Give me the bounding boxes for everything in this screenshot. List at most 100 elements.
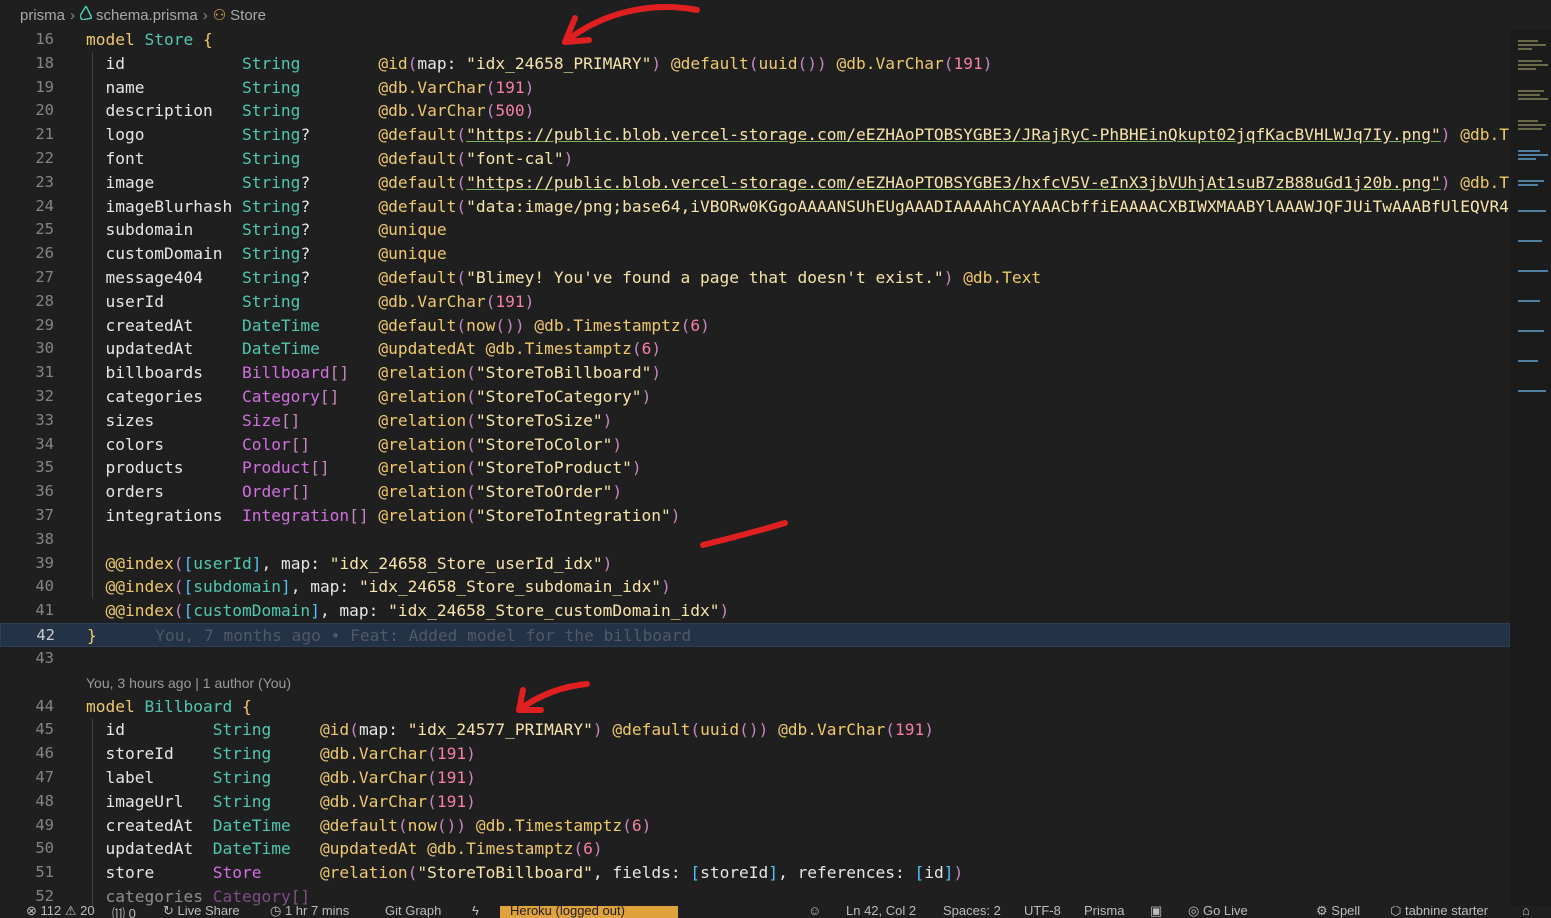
line-code: categories Category[] @relation("StoreTo… xyxy=(105,387,652,406)
field-line[interactable]: 49 createdAt DateTime @default(now()) @d… xyxy=(0,814,1510,838)
model-declaration[interactable]: 16 model Store { xyxy=(0,30,1510,52)
field-line[interactable]: 18 id String @id(map: "idx_24658_PRIMARY… xyxy=(0,52,1510,76)
line-number: 31 xyxy=(35,363,54,382)
encoding-button[interactable]: UTF-8 xyxy=(1024,906,1061,918)
annotation-arrow-icon xyxy=(516,681,590,713)
line-number: 38 xyxy=(35,529,54,548)
line-number: 21 xyxy=(35,125,54,144)
tabnine-button[interactable]: ⬡ tabnine starter xyxy=(1390,906,1488,918)
field-line[interactable]: 26 customDomain String? @unique xyxy=(0,242,1510,266)
field-line[interactable]: 50 updatedAt DateTime @updatedAt @db.Tim… xyxy=(0,837,1510,861)
symbol-class-icon: ⚇ xyxy=(212,7,227,24)
line-code: updatedAt DateTime @updatedAt @db.Timest… xyxy=(105,839,603,859)
line-code: logo String? @default("https://public.bl… xyxy=(105,125,1511,145)
go-live-button[interactable]: ◎ Go Live xyxy=(1188,906,1248,918)
git-graph-button[interactable]: Git Graph xyxy=(385,906,441,918)
cursor-position[interactable]: Ln 42, Col 2 xyxy=(846,906,916,918)
tabnine-label: tabnine starter xyxy=(1404,906,1489,918)
field-line[interactable]: 51 store Store @relation("StoreToBillboa… xyxy=(0,861,1510,885)
line-code: @@index([subdomain], map: "idx_24658_Sto… xyxy=(105,577,671,597)
line-code: categories Category[] xyxy=(105,887,311,906)
field-line[interactable]: 25 subdomain String? @unique xyxy=(0,218,1510,242)
ports-indicator[interactable]: ⑾ 0 xyxy=(112,906,136,918)
line-code: message404 String? @default("Blimey! You… xyxy=(105,268,1042,287)
field-line[interactable]: 32 categories Category[] @relation("Stor… xyxy=(0,385,1510,409)
line-code: integrations Integration[] @relation("St… xyxy=(105,506,681,525)
field-line[interactable]: 48 imageUrl String @db.VarChar(191) xyxy=(0,790,1510,814)
problems-count: 112 xyxy=(40,906,62,918)
field-line[interactable]: 21 logo String? @default("https://public… xyxy=(0,123,1510,147)
line-number: 26 xyxy=(35,244,54,263)
line-number: 25 xyxy=(35,220,54,239)
spell-button[interactable]: ⚙ Spell xyxy=(1316,906,1360,918)
codelens-blame[interactable]: You, 3 hours ago | 1 author (You) xyxy=(86,675,291,691)
field-line[interactable]: 45 id String @id(map: "idx_24577_PRIMARY… xyxy=(0,718,1510,742)
line-number: 29 xyxy=(35,315,54,334)
time-label: 1 hr 7 mins xyxy=(284,906,350,918)
language-mode-button[interactable]: Prisma xyxy=(1084,906,1124,918)
status-bar: ⊗ 112 ⚠ 20 ⑾ 0 ↻ Live Share ◷ 1 hr 7 min… xyxy=(0,906,1551,918)
index-line[interactable]: 40 @@index([subdomain], map: "idx_24658_… xyxy=(0,575,1510,599)
annotation-line-icon xyxy=(700,520,788,548)
line-code: orders Order[] @relation("StoreToOrder") xyxy=(105,482,623,502)
field-line[interactable]: 33 sizes Size[] @relation("StoreToSize") xyxy=(0,409,1510,433)
line-number: 27 xyxy=(35,268,54,286)
line-number: 30 xyxy=(35,339,54,358)
line-number: 46 xyxy=(35,744,54,763)
field-line[interactable]: 35 products Product[] @relation("StoreTo… xyxy=(0,456,1510,480)
line-number: 19 xyxy=(35,77,54,96)
line-code: } You, 7 months ago • Feat: Added model … xyxy=(87,626,692,645)
line-number: 44 xyxy=(35,696,54,715)
field-line[interactable]: 20 description String @db.VarChar(500) xyxy=(0,99,1510,123)
breadcrumb-file[interactable]: schema.prisma xyxy=(96,7,198,24)
field-line[interactable]: 46 storeId String @db.VarChar(191) xyxy=(0,742,1510,766)
field-line[interactable]: 34 colors Color[] @relation("StoreToColo… xyxy=(0,433,1510,457)
line-code: subdomain String? @unique xyxy=(105,220,447,240)
field-line[interactable]: 27 message404 String? @default("Blimey! … xyxy=(0,266,1510,290)
field-line[interactable]: 29 createdAt DateTime @default(now()) @d… xyxy=(0,314,1510,338)
current-line[interactable]: 42} You, 7 months ago • Feat: Added mode… xyxy=(0,623,1510,647)
breadcrumb-symbol[interactable]: Store xyxy=(230,7,266,24)
line-number: 50 xyxy=(35,839,54,858)
field-line[interactable]: 24 imageBlurhash String? @default("data:… xyxy=(0,195,1510,219)
indentation-button[interactable]: Spaces: 2 xyxy=(943,906,1001,918)
line-number: 48 xyxy=(35,791,54,810)
field-line[interactable]: 31 billboards Billboard[] @relation("Sto… xyxy=(0,361,1510,385)
line-number: 20 xyxy=(35,101,54,120)
field-line[interactable]: 23 image String? @default("https://publi… xyxy=(0,171,1510,195)
indent-guide xyxy=(92,718,93,906)
code-editor[interactable]: 16 model Store {18 id String @id(map: "id… xyxy=(0,30,1510,906)
line-code: userId String @db.VarChar(191) xyxy=(105,291,535,311)
lightning-icon[interactable]: ϟ xyxy=(472,906,479,918)
notifications-icon[interactable]: ⌂ xyxy=(1522,906,1530,918)
model-declaration[interactable]: 44 model Billboard { xyxy=(0,695,1510,719)
line-number: 41 xyxy=(35,601,54,620)
line-code: customDomain String? @unique xyxy=(105,244,447,264)
field-line[interactable]: 36 orders Order[] @relation("StoreToOrde… xyxy=(0,480,1510,504)
minimap[interactable] xyxy=(1510,30,1551,906)
line-code: description String @db.VarChar(500) xyxy=(105,101,535,121)
blank-line[interactable]: 43 xyxy=(0,647,1510,671)
line-code: imageUrl String @db.VarChar(191) xyxy=(105,791,476,811)
field-line[interactable]: 30 updatedAt DateTime @updatedAt @db.Tim… xyxy=(0,337,1510,361)
format-icon[interactable]: ▣ xyxy=(1150,906,1162,918)
line-number: 52 xyxy=(35,887,54,905)
problems-indicator[interactable]: ⊗ 112 ⚠ 20 xyxy=(26,906,95,918)
field-line[interactable]: 22 font String @default("font-cal") xyxy=(0,147,1510,171)
line-number: 37 xyxy=(35,506,54,524)
live-share-button[interactable]: ↻ Live Share xyxy=(163,906,240,918)
index-line[interactable]: 39 @@index([userId], map: "idx_24658_Sto… xyxy=(0,552,1510,576)
field-line[interactable]: 47 label String @db.VarChar(191) xyxy=(0,766,1510,790)
line-number: 24 xyxy=(35,196,54,215)
line-number: 39 xyxy=(35,553,54,572)
line-code: billboards Billboard[] @relation("StoreT… xyxy=(105,363,662,383)
feedback-icon[interactable]: ☺ xyxy=(808,906,821,918)
line-code: label String @db.VarChar(191) xyxy=(105,768,476,787)
wakatime-indicator[interactable]: ◷ 1 hr 7 mins xyxy=(270,906,349,918)
field-line[interactable]: 19 name String @db.VarChar(191) xyxy=(0,76,1510,100)
field-line[interactable]: 28 userId String @db.VarChar(191) xyxy=(0,290,1510,314)
breadcrumb-folder[interactable]: prisma xyxy=(20,7,65,24)
field-line[interactable]: 52 categories Category[] xyxy=(0,885,1510,906)
annotation-arrow-icon xyxy=(562,4,700,45)
index-line[interactable]: 41 @@index([customDomain], map: "idx_246… xyxy=(0,599,1510,623)
